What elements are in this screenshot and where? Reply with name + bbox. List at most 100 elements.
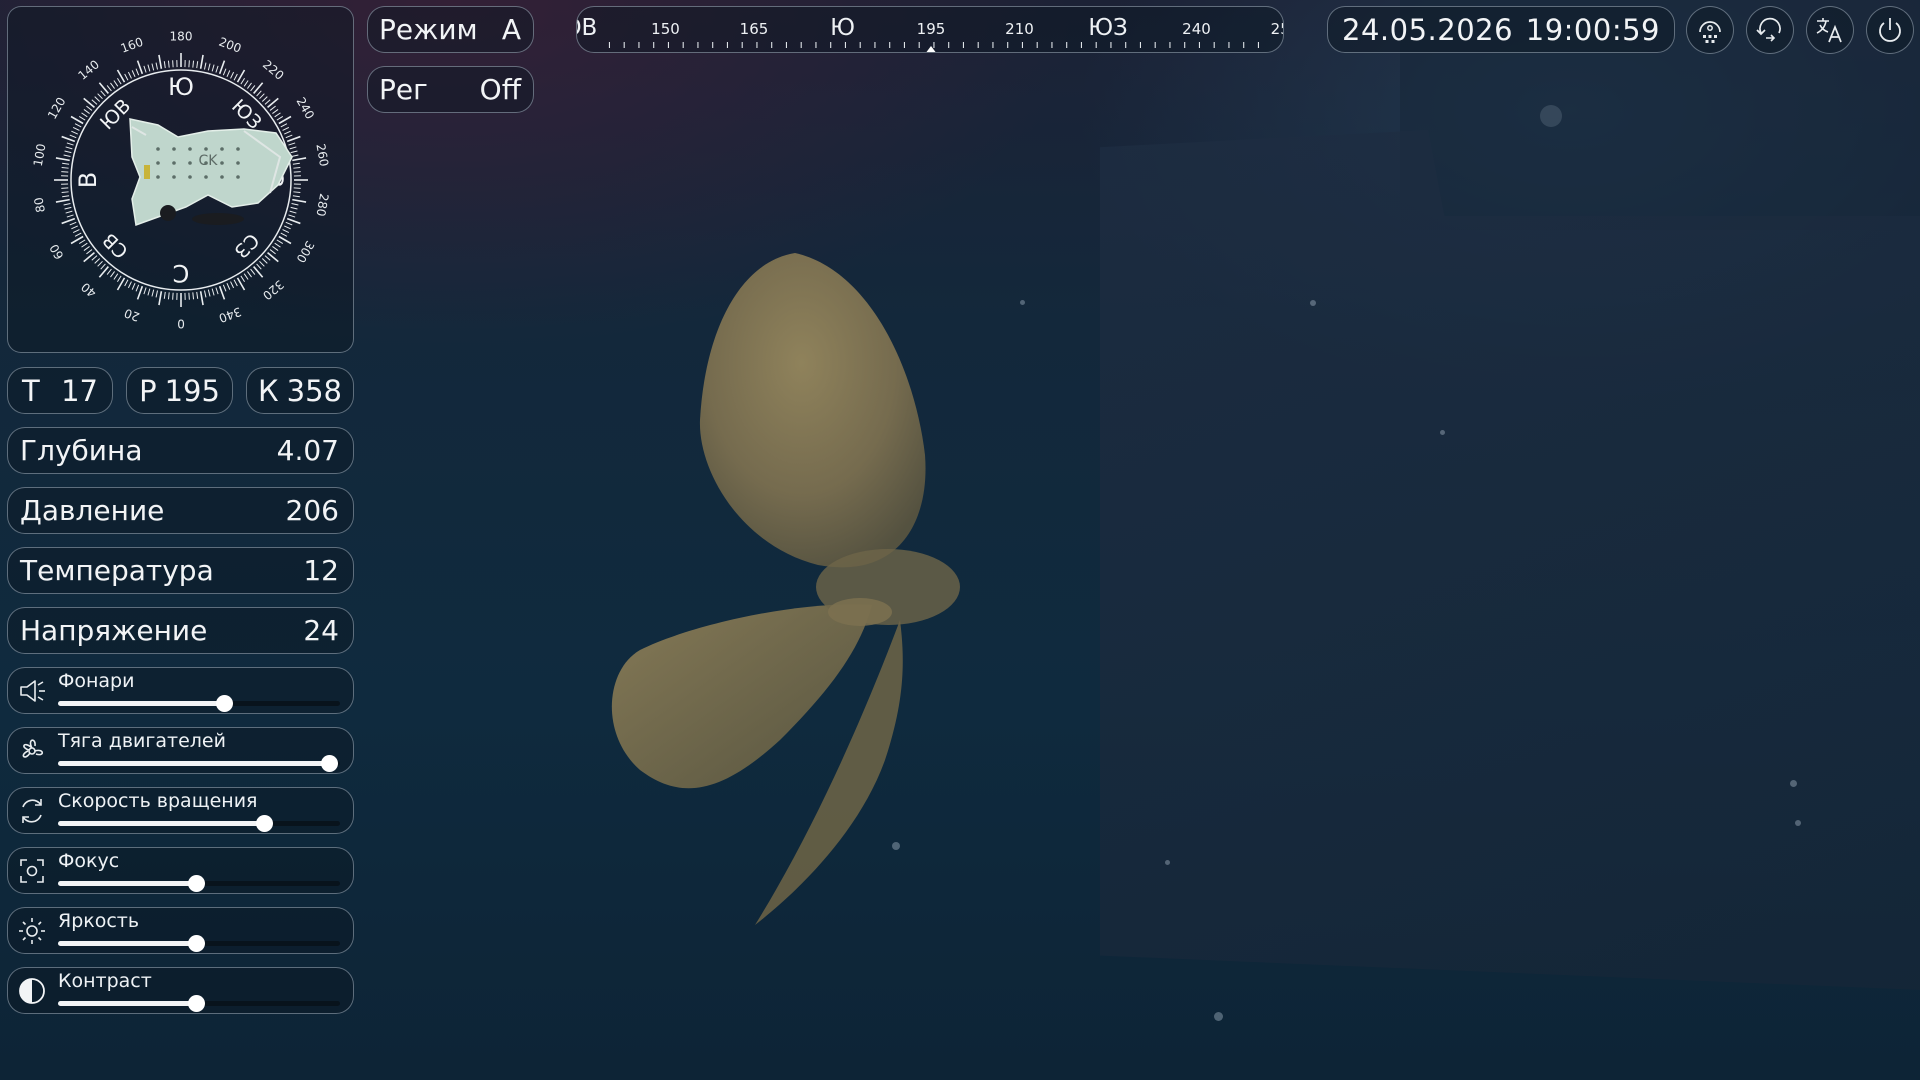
compass-tick — [136, 60, 144, 75]
heading-label: Ю — [830, 15, 855, 41]
compass-tick — [253, 266, 264, 278]
compass-tick — [289, 210, 297, 214]
compass-tick — [61, 191, 69, 194]
compass-tick — [259, 93, 265, 100]
gallery-record-button[interactable] — [1686, 6, 1734, 54]
compass-cardinal-label: СЗ — [230, 229, 264, 263]
compass-tick — [269, 105, 276, 111]
compass-tick — [247, 82, 252, 89]
compass-tick — [64, 150, 72, 154]
focus-icon — [20, 859, 44, 883]
rotation-slider-handle[interactable] — [255, 815, 273, 832]
focus-slider[interactable] — [58, 875, 340, 892]
compass-degree-label: 40 — [78, 280, 99, 301]
voltage-readout: Напряжение 24 — [7, 607, 354, 654]
pressure-readout: Давление 206 — [7, 487, 354, 534]
compass-tick — [282, 229, 290, 234]
compass-degree-label: 80 — [31, 196, 47, 213]
thrust-slider-handle[interactable] — [320, 755, 338, 772]
mode-toggle[interactable]: Режим A — [367, 6, 534, 53]
compass-tick — [63, 154, 71, 157]
compass-tick — [71, 130, 78, 135]
mode-label: Режим — [379, 13, 478, 46]
compass-tick — [83, 97, 95, 108]
thrust-slider-row: Тяга двигателей — [7, 727, 354, 774]
compass-tick — [135, 68, 140, 76]
compass-tick — [233, 279, 238, 287]
compass-tick — [167, 60, 170, 68]
particle — [1310, 300, 1316, 306]
compass-tick — [158, 291, 163, 306]
thrust-slider-fill — [58, 761, 329, 766]
compass-degree-label: 120 — [45, 95, 69, 122]
compass-degree-label: 140 — [75, 57, 102, 82]
compass-cardinal-label: Ю — [168, 73, 194, 101]
compass-tick — [226, 70, 231, 77]
temperature-readout: Температура 12 — [7, 547, 354, 594]
compass-tick — [61, 166, 69, 169]
compass-tick — [243, 273, 249, 280]
contrast-slider-handle[interactable] — [188, 995, 206, 1012]
compass-tick — [106, 85, 112, 92]
compass-degree-label: 0 — [177, 317, 185, 331]
compass-tick — [100, 90, 106, 97]
compass-dial: 0 20 40 60 80 100 120140 160 180 200 220240 260 280 3… — [31, 30, 331, 331]
depth-readout: Глубина 4.07 — [7, 427, 354, 474]
compass-tick — [222, 284, 227, 292]
compass-tick — [269, 249, 276, 255]
compass-tick — [192, 60, 195, 68]
regulator-toggle[interactable]: Рег Off — [367, 66, 534, 113]
compass-tick — [61, 217, 76, 225]
compass-tick — [83, 246, 90, 251]
compass-tick — [211, 288, 215, 296]
language-button[interactable] — [1806, 6, 1854, 54]
reset-button[interactable] — [1746, 6, 1794, 54]
compass-tick — [290, 206, 298, 210]
compass-tick — [94, 258, 101, 264]
compass-tick — [204, 62, 207, 70]
translate-icon — [1816, 18, 1842, 43]
lights-slider-handle[interactable] — [216, 695, 234, 712]
compass-tick — [61, 135, 76, 143]
camera-gallery-icon — [1699, 21, 1721, 43]
thrust-slider[interactable] — [58, 755, 340, 772]
date-text: 24.05.2026 — [1342, 12, 1514, 47]
contrast-slider[interactable] — [58, 995, 340, 1012]
compass-tick — [196, 291, 199, 299]
vehicle-model: CK — [129, 118, 293, 227]
brightness-slider-handle[interactable] — [188, 935, 206, 952]
compass-tick — [124, 279, 129, 287]
brightness-slider-fill — [58, 941, 197, 946]
depth-value: 4.07 — [276, 434, 339, 467]
compass-tick — [218, 285, 226, 300]
compass-tick — [276, 115, 284, 121]
compass-tick — [264, 99, 271, 105]
compass-degree-label: 100 — [31, 143, 49, 168]
compass-tick — [290, 150, 298, 154]
compass-cardinal-label: ЮВ — [96, 95, 135, 134]
compass-tick — [240, 77, 246, 85]
compass-tick — [64, 206, 72, 210]
compass-tick — [292, 162, 300, 165]
compass-tick — [292, 198, 307, 203]
rotation-slider[interactable] — [58, 815, 340, 832]
compass-tick — [155, 62, 158, 70]
compass-tick — [282, 126, 290, 131]
compass-degree-label: 260 — [313, 143, 331, 168]
compass-tick — [116, 275, 122, 283]
lights-slider[interactable] — [58, 695, 340, 712]
compass-tick — [83, 109, 90, 114]
heading-pointer — [926, 46, 936, 52]
temperature-value: 12 — [303, 554, 339, 587]
compass-tick — [256, 263, 262, 270]
compass-tick — [267, 252, 279, 263]
flashlight-icon — [20, 680, 45, 702]
brightness-label: Яркость — [58, 910, 140, 932]
compass-tick — [98, 82, 109, 94]
particle — [1165, 860, 1170, 865]
brightness-slider[interactable] — [58, 935, 340, 952]
focus-slider-handle[interactable] — [188, 875, 206, 892]
compass-tick — [230, 281, 235, 289]
compass-tick — [110, 271, 115, 278]
power-button[interactable] — [1866, 6, 1914, 54]
